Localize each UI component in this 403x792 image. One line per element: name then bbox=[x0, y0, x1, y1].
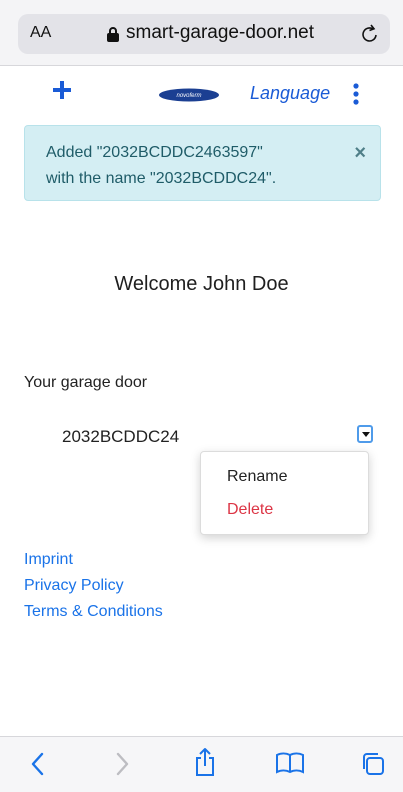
language-link[interactable]: Language bbox=[250, 83, 330, 104]
alert-message-line1: Added "2032BCDDC2463597" bbox=[46, 144, 263, 161]
delete-menu-item[interactable]: Delete bbox=[227, 501, 273, 519]
back-icon[interactable] bbox=[30, 751, 46, 777]
forward-icon[interactable] bbox=[114, 751, 130, 777]
caret-down-icon bbox=[362, 432, 370, 437]
rename-menu-item[interactable]: Rename bbox=[227, 468, 287, 486]
door-options-menu: Rename Delete bbox=[200, 451, 369, 535]
imprint-link[interactable]: Imprint bbox=[24, 551, 73, 569]
url-text: smart-garage-door.net bbox=[126, 22, 314, 43]
reload-icon[interactable] bbox=[360, 23, 380, 45]
url-field[interactable]: AA smart-garage-door.net bbox=[18, 14, 390, 54]
browser-address-bar: AA smart-garage-door.net bbox=[0, 0, 403, 66]
text-size-button[interactable]: AA bbox=[30, 24, 51, 42]
vertical-ellipsis-icon[interactable] bbox=[350, 82, 362, 106]
close-icon[interactable]: × bbox=[354, 142, 366, 165]
browser-toolbar bbox=[0, 736, 403, 792]
share-icon[interactable] bbox=[193, 747, 217, 777]
success-alert: Added "2032BCDDC2463597" with the name "… bbox=[24, 125, 381, 201]
terms-conditions-link[interactable]: Terms & Conditions bbox=[24, 603, 163, 621]
alert-message: Added "2032BCDDC2463597" with the name "… bbox=[46, 140, 336, 192]
lock-icon bbox=[107, 27, 119, 42]
text-size-label: AA bbox=[30, 24, 52, 41]
app-header: novoferm Language bbox=[0, 66, 403, 122]
novoferm-logo[interactable]: novoferm bbox=[158, 88, 220, 102]
tabs-icon[interactable] bbox=[360, 751, 386, 777]
bookmarks-icon[interactable] bbox=[275, 751, 305, 775]
door-options-dropdown-toggle[interactable] bbox=[357, 425, 373, 443]
logo-text: novoferm bbox=[176, 93, 201, 99]
plus-icon[interactable] bbox=[48, 76, 76, 104]
privacy-policy-link[interactable]: Privacy Policy bbox=[24, 577, 124, 595]
welcome-heading: Welcome John Doe bbox=[114, 273, 289, 295]
garage-door-name[interactable]: 2032BCDDC24 bbox=[62, 427, 179, 447]
section-label: Your garage door bbox=[24, 374, 148, 391]
alert-message-line2: with the name "2032BCDDC24". bbox=[46, 170, 277, 187]
